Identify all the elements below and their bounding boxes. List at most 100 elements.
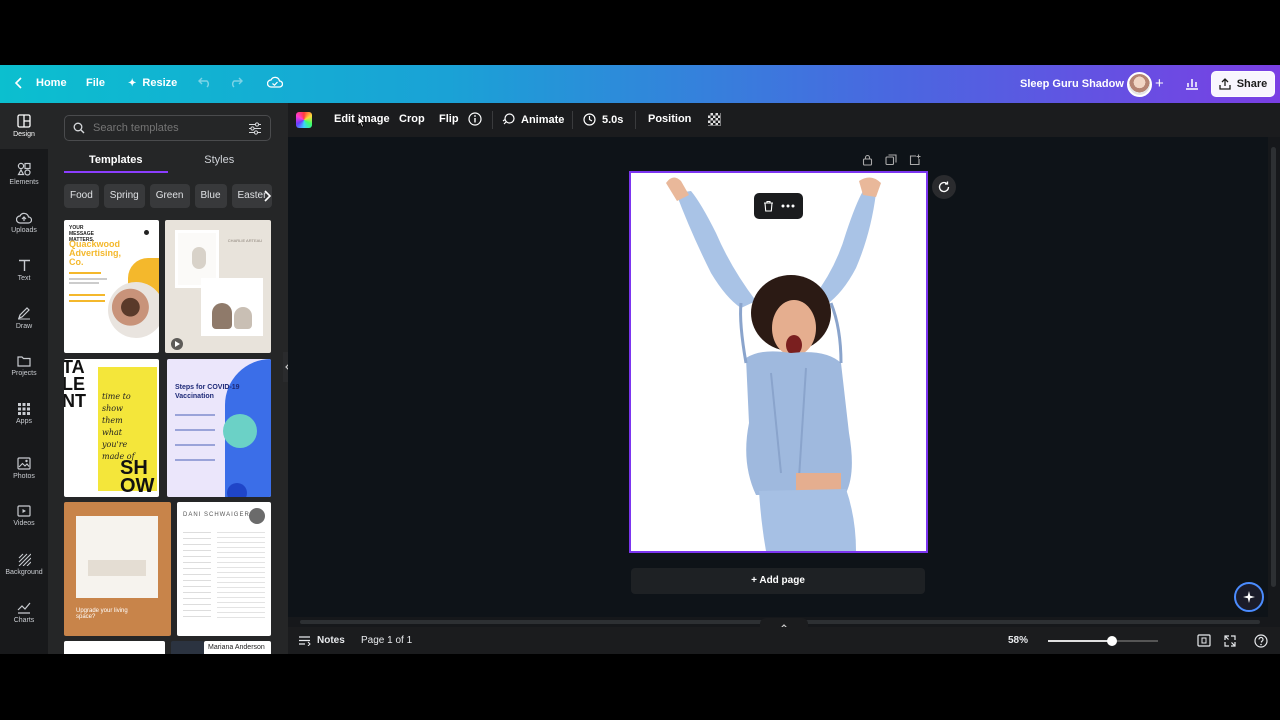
design-title[interactable]: Sleep Guru Shadow: [1020, 78, 1124, 90]
element-context-menu: [754, 193, 803, 219]
template-card[interactable]: TA LE NT time to show them what you're m…: [64, 359, 159, 497]
flip-button[interactable]: Flip: [439, 113, 459, 125]
resize-button[interactable]: ✦ Resize: [128, 77, 177, 89]
decor-line: [69, 272, 101, 274]
search-input[interactable]: [93, 122, 243, 134]
zoom-level[interactable]: 58%: [1008, 627, 1028, 654]
grid-view-icon: [1197, 634, 1211, 647]
template-card[interactable]: Steps for COVID-19 Vaccination: [167, 359, 271, 497]
position-button[interactable]: Position: [648, 113, 691, 125]
rail-item-text[interactable]: Text: [0, 247, 48, 293]
rail-item-photos[interactable]: Photos: [0, 445, 48, 491]
design-title-text: Sleep Guru Shadow: [1020, 78, 1124, 90]
chip-blue[interactable]: Blue: [194, 184, 227, 208]
decor-dot: [144, 230, 149, 235]
rail-label: Text: [17, 274, 31, 282]
vertical-scrollbar[interactable]: [1268, 137, 1280, 617]
template-text: Quackwood Advertising, Co.: [69, 239, 122, 267]
design-page[interactable]: [629, 171, 928, 553]
projects-icon: [17, 356, 31, 367]
info-button[interactable]: [468, 112, 482, 126]
search-box[interactable]: [64, 115, 271, 141]
insights-button[interactable]: [1185, 77, 1199, 90]
rail-item-apps[interactable]: Apps: [0, 391, 48, 437]
chip-green[interactable]: Green: [149, 184, 190, 208]
tab-templates[interactable]: Templates: [64, 147, 168, 173]
scrollbar-thumb[interactable]: [1271, 147, 1276, 587]
add-collaborator-button[interactable]: +: [1155, 75, 1164, 92]
resize-label: Resize: [142, 77, 178, 89]
chevron-right-icon[interactable]: [263, 190, 271, 202]
template-text: TA LE NT: [64, 359, 86, 411]
rail-item-charts[interactable]: Charts: [0, 589, 48, 635]
trash-icon[interactable]: [763, 200, 774, 212]
color-picker-button[interactable]: [296, 112, 312, 128]
crop-label: Crop: [399, 113, 425, 125]
template-card[interactable]: DANI SCHWAIGER: [177, 502, 271, 636]
fullscreen-button[interactable]: [1224, 627, 1236, 654]
chip-food[interactable]: Food: [64, 184, 99, 208]
lock-icon[interactable]: [862, 154, 873, 166]
chip-spring[interactable]: Spring: [103, 184, 145, 208]
undo-button[interactable]: [198, 76, 212, 88]
add-page-icon[interactable]: [909, 154, 921, 166]
search-icon: [73, 122, 85, 134]
charts-icon: [17, 602, 31, 614]
sparkle-icon: ✦: [128, 77, 137, 89]
rail-item-elements[interactable]: Elements: [0, 151, 48, 197]
templates-panel: Templates Styles Food Spring Green Blue …: [48, 103, 288, 654]
tab-styles[interactable]: Styles: [168, 147, 272, 173]
template-text: Upgrade your living space?: [76, 608, 128, 620]
sofa-shape: [88, 560, 146, 576]
duplicate-page-icon[interactable]: [885, 154, 897, 166]
toolbar-divider: [572, 111, 573, 129]
zoom-slider[interactable]: [1048, 636, 1158, 646]
decor-line: [175, 444, 215, 446]
decor-line: [175, 459, 215, 461]
rail-item-draw[interactable]: Draw: [0, 295, 48, 341]
template-card[interactable]: YOUR MESSAGE MATTERS. Quackwood Advertis…: [64, 220, 159, 353]
rotate-handle[interactable]: [932, 175, 956, 199]
pages-expand-handle[interactable]: [760, 618, 808, 629]
template-card[interactable]: Mariana Anderson: [204, 641, 271, 654]
jumping-woman-photo[interactable]: [631, 173, 926, 551]
help-button[interactable]: [1254, 627, 1268, 654]
flip-label: Flip: [439, 113, 459, 125]
rail-item-uploads[interactable]: Uploads: [0, 199, 48, 245]
rail-item-background[interactable]: Background: [0, 541, 48, 587]
file-menu[interactable]: File: [86, 77, 105, 89]
more-options-icon[interactable]: [781, 204, 795, 208]
home-button[interactable]: Home: [14, 77, 67, 89]
template-text: Mariana Anderson: [208, 644, 265, 651]
bottom-bar: Notes Page 1 of 1 58%: [288, 627, 1280, 654]
template-card[interactable]: [64, 641, 165, 654]
page-grid-button[interactable]: [1197, 627, 1211, 654]
animate-button[interactable]: Animate: [502, 113, 564, 126]
chevron-left-icon: [14, 77, 22, 89]
magic-assistant-button[interactable]: [1234, 582, 1264, 612]
avatar[interactable]: [1127, 72, 1152, 97]
decor-line: [69, 294, 105, 296]
template-card[interactable]: Upgrade your living space?: [64, 502, 171, 636]
rail-label: Uploads: [11, 226, 37, 234]
page-indicator[interactable]: Page 1 of 1: [361, 627, 412, 654]
rail-item-projects[interactable]: Projects: [0, 343, 48, 389]
transparency-button[interactable]: [708, 113, 721, 126]
decor-line: [69, 282, 99, 284]
redo-button[interactable]: [229, 76, 243, 88]
elements-icon: [17, 162, 31, 176]
filter-sliders-icon[interactable]: [248, 122, 262, 135]
rail-item-design[interactable]: Design: [0, 103, 48, 149]
rail-item-videos[interactable]: Videos: [0, 493, 48, 539]
crop-button[interactable]: Crop: [399, 113, 425, 125]
rail-label: Draw: [15, 323, 33, 330]
notes-button[interactable]: Notes: [298, 627, 345, 654]
cloud-save-status[interactable]: [267, 76, 283, 88]
share-button[interactable]: Share: [1211, 71, 1275, 97]
zoom-slider-knob[interactable]: [1107, 636, 1117, 646]
add-page-button[interactable]: + Add page: [631, 568, 925, 594]
rail-label: Charts: [13, 616, 35, 624]
template-card[interactable]: CHARLIE ARTEAU: [165, 220, 271, 353]
template-card[interactable]: [171, 641, 204, 654]
duration-button[interactable]: 5.0s: [583, 113, 623, 126]
